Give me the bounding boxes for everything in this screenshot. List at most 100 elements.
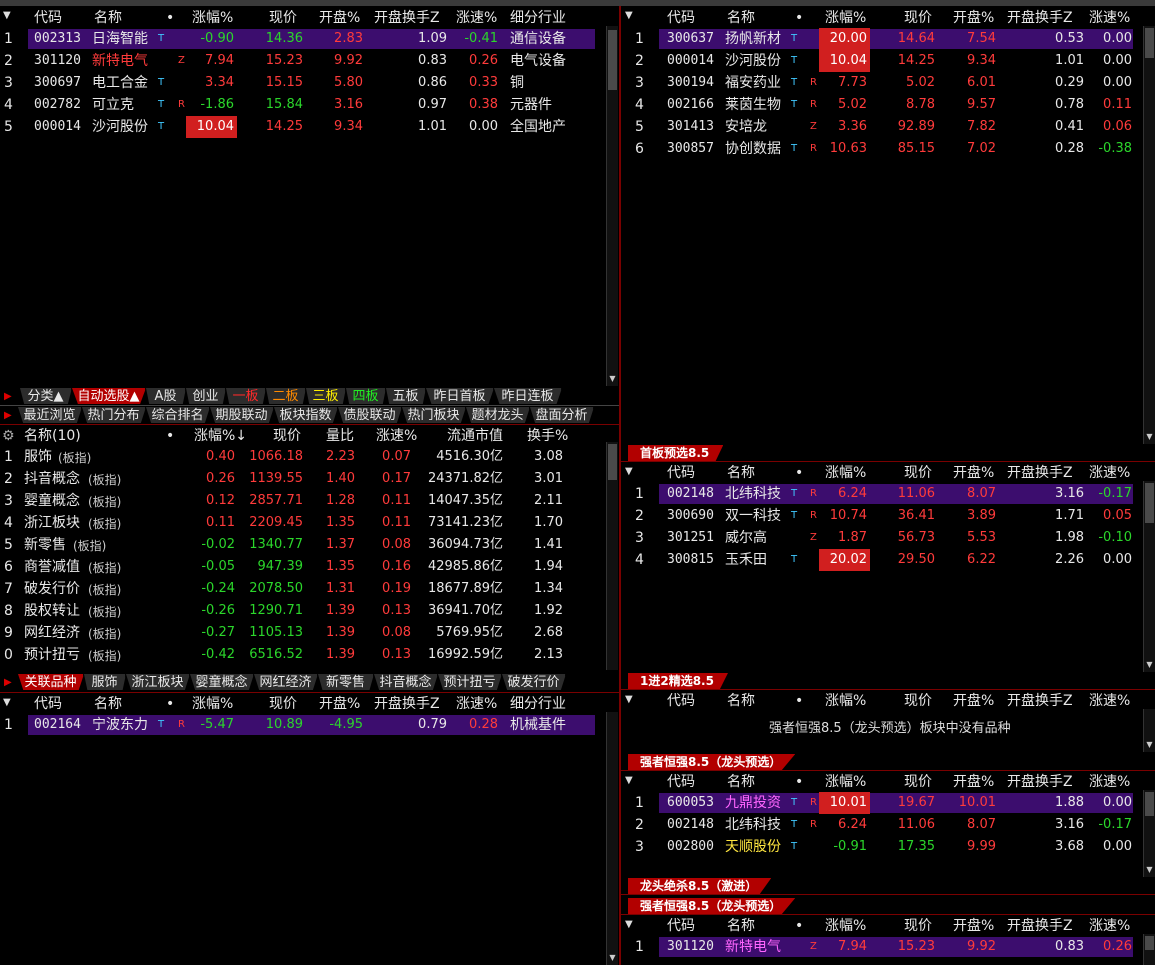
- stock-name[interactable]: 新特电气: [725, 936, 781, 958]
- table-row[interactable]: 1 002148 北纬科技 T R 6.24 11.06 8.07 3.16 -0.17: [621, 483, 1141, 505]
- table-row[interactable]: 1 600053 九鼎投资 T R 10.01 19.67 10.01 1.88 0.00: [621, 792, 1141, 814]
- stock-name[interactable]: 沙河股份: [92, 116, 148, 138]
- stock-code[interactable]: 002782: [34, 94, 81, 116]
- stock-name[interactable]: 新特电气: [92, 50, 148, 72]
- tab-tabbar1-1[interactable]: 自动选股▲: [72, 388, 146, 404]
- table-row[interactable]: 3 301251 威尔高 Z 1.87 56.73 5.53 1.98 -0.10: [621, 527, 1141, 549]
- sector-row[interactable]: 7 破发行价 (板指) -0.24 2078.50 1.31 0.19 18677.89亿 1.…: [0, 578, 605, 600]
- scrollbar[interactable]: ▼: [606, 26, 618, 386]
- col-industry[interactable]: 细分行业: [510, 694, 566, 714]
- col-industry[interactable]: 细分行业: [510, 8, 566, 28]
- stock-code[interactable]: 301251: [667, 527, 714, 549]
- col-price[interactable]: 现价: [904, 916, 932, 936]
- sector-name[interactable]: 商誉减值: [24, 556, 80, 578]
- stock-code[interactable]: 300857: [667, 138, 714, 160]
- tab-tabbar2-7[interactable]: 题材龙头: [466, 407, 530, 423]
- tab-tabbar3-0[interactable]: 关联品种: [18, 674, 84, 690]
- col-open-pct[interactable]: 开盘%: [953, 463, 994, 483]
- tab-tabbar1-9[interactable]: 昨日首板: [426, 388, 494, 404]
- stock-name[interactable]: 可立克: [92, 94, 134, 116]
- col-pct[interactable]: 涨幅%: [825, 463, 866, 483]
- settings-gear-icon[interactable]: ⚙: [2, 426, 15, 446]
- col-price[interactable]: 现价: [904, 691, 932, 711]
- tab-tabbar3-6[interactable]: 抖音概念: [374, 674, 438, 690]
- stock-name[interactable]: 福安药业: [725, 72, 781, 94]
- table-row[interactable]: 5 000014 沙河股份 T 10.04 14.25 9.34 1.01 0.00 全国地产: [0, 116, 605, 138]
- col-code[interactable]: 代码: [667, 691, 695, 711]
- col-open-pct[interactable]: 开盘%: [953, 916, 994, 936]
- stock-name[interactable]: 九鼎投资: [725, 792, 781, 814]
- sector-row[interactable]: 6 商誉减值 (板指) -0.05 947.39 1.35 0.16 42985.86亿 1.9…: [0, 556, 605, 578]
- section-title-strong-2[interactable]: 强者恒强8.5（龙头预选）: [628, 898, 796, 914]
- col-name[interactable]: 名称: [727, 8, 755, 28]
- stock-code[interactable]: 600053: [667, 792, 714, 814]
- stock-name[interactable]: 北纬科技: [725, 483, 781, 505]
- col-open-turnover[interactable]: 开盘换手Z: [1007, 691, 1073, 711]
- sector-row[interactable]: 0 预计扭亏 (板指) -0.42 6516.52 1.39 0.13 16992.59亿 2.…: [0, 644, 605, 666]
- stock-code[interactable]: 300697: [34, 72, 81, 94]
- sector-row[interactable]: 8 股权转让 (板指) -0.26 1290.71 1.39 0.13 36941.70亿 1.…: [0, 600, 605, 622]
- col-name[interactable]: 名称: [94, 694, 122, 714]
- stock-name[interactable]: 威尔高: [725, 527, 767, 549]
- stock-name[interactable]: 双一科技: [725, 505, 781, 527]
- tab-tabbar2-3[interactable]: 期股联动: [210, 407, 274, 423]
- tab-tabbar2-8[interactable]: 盘面分析: [530, 407, 594, 423]
- sector-name[interactable]: 预计扭亏: [24, 644, 80, 666]
- scrollbar[interactable]: [1143, 934, 1155, 965]
- scrollbar[interactable]: ▼: [1143, 709, 1155, 752]
- stock-code[interactable]: 300194: [667, 72, 714, 94]
- tab-tabbar1-4[interactable]: 一板: [226, 388, 266, 404]
- tab-tabbar1-3[interactable]: 创业: [186, 388, 226, 404]
- stock-code[interactable]: 002164: [34, 714, 81, 736]
- tab-tabbar3-2[interactable]: 浙江板块: [126, 674, 190, 690]
- scrollbar[interactable]: [606, 442, 618, 670]
- col-float-cap[interactable]: 流通市值: [447, 426, 503, 446]
- col-name[interactable]: 名称: [727, 691, 755, 711]
- col-speed[interactable]: 涨速%: [1089, 8, 1130, 28]
- stock-name[interactable]: 协创数据: [725, 138, 781, 160]
- tab-tabbar3-1[interactable]: 服饰: [84, 674, 126, 690]
- tab-tabbar1-10[interactable]: 昨日连板: [494, 388, 562, 404]
- stock-name[interactable]: 宁波东力: [92, 714, 148, 736]
- table-row[interactable]: 3 300697 电工合金 T 3.34 15.15 5.80 0.86 0.33 铜: [0, 72, 605, 94]
- stock-code[interactable]: 002148: [667, 814, 714, 836]
- stock-code[interactable]: 000014: [667, 50, 714, 72]
- stock-code[interactable]: 300637: [667, 28, 714, 50]
- col-pct[interactable]: 涨幅%: [192, 694, 233, 714]
- table-row[interactable]: 1 300637 扬帆新材 T 20.00 14.64 7.54 0.53 0.00: [621, 28, 1141, 50]
- table-row[interactable]: 1 002313 日海智能 T -0.90 14.36 2.83 1.09 -0.41 通信设备: [0, 28, 605, 50]
- col-code[interactable]: 代码: [667, 8, 695, 28]
- col-code[interactable]: 代码: [34, 694, 62, 714]
- table-row[interactable]: 4 002782 可立克 T R -1.86 15.84 3.16 0.97 0.38 元器件: [0, 94, 605, 116]
- col-pct[interactable]: 涨幅%: [825, 772, 866, 792]
- sector-name[interactable]: 破发行价: [24, 578, 80, 600]
- col-price[interactable]: 现价: [904, 8, 932, 28]
- col-open-pct[interactable]: 开盘%: [319, 694, 360, 714]
- table-row[interactable]: 5 301413 安培龙 Z 3.36 92.89 7.82 0.41 0.06: [621, 116, 1141, 138]
- section-title-1to2[interactable]: 1进2精选8.5: [628, 673, 728, 689]
- tab-tabbar3-3[interactable]: 婴童概念: [190, 674, 254, 690]
- sector-row[interactable]: 5 新零售 (板指) -0.02 1340.77 1.37 0.08 36094.73亿 1.4…: [0, 534, 605, 556]
- col-speed[interactable]: 涨速%: [1089, 916, 1130, 936]
- tab-tabbar1-6[interactable]: 三板: [306, 388, 346, 404]
- tab-tabbar1-5[interactable]: 二板: [266, 388, 306, 404]
- col-pct[interactable]: 涨幅%: [825, 916, 866, 936]
- col-speed[interactable]: 涨速%: [1089, 772, 1130, 792]
- stock-name[interactable]: 扬帆新材: [725, 28, 781, 50]
- stock-code[interactable]: 002166: [667, 94, 714, 116]
- col-turnover[interactable]: 换手%: [527, 426, 568, 446]
- table-row[interactable]: 4 002166 莱茵生物 T R 5.02 8.78 9.57 0.78 0.11: [621, 94, 1141, 116]
- table-row[interactable]: 2 002148 北纬科技 T R 6.24 11.06 8.07 3.16 -0.17: [621, 814, 1141, 836]
- section-title-dragon[interactable]: 龙头绝杀8.5（激进）: [628, 878, 772, 894]
- stock-code[interactable]: 301120: [667, 936, 714, 958]
- stock-name[interactable]: 电工合金: [92, 72, 148, 94]
- sector-row[interactable]: 9 网红经济 (板指) -0.27 1105.13 1.39 0.08 5769.95亿 2.6…: [0, 622, 605, 644]
- sector-name[interactable]: 新零售: [24, 534, 66, 556]
- col-open-turnover[interactable]: 开盘换手Z: [1007, 916, 1073, 936]
- sector-name[interactable]: 婴童概念: [24, 490, 80, 512]
- table-row[interactable]: 1 002164 宁波东力 T R -5.47 10.89 -4.95 0.79 0.28 机械基件: [0, 714, 605, 736]
- col-open-turnover[interactable]: 开盘换手Z: [1007, 463, 1073, 483]
- sector-name[interactable]: 股权转让: [24, 600, 80, 622]
- col-speed[interactable]: 涨速%: [456, 8, 497, 28]
- col-open-turnover[interactable]: 开盘换手Z: [374, 694, 440, 714]
